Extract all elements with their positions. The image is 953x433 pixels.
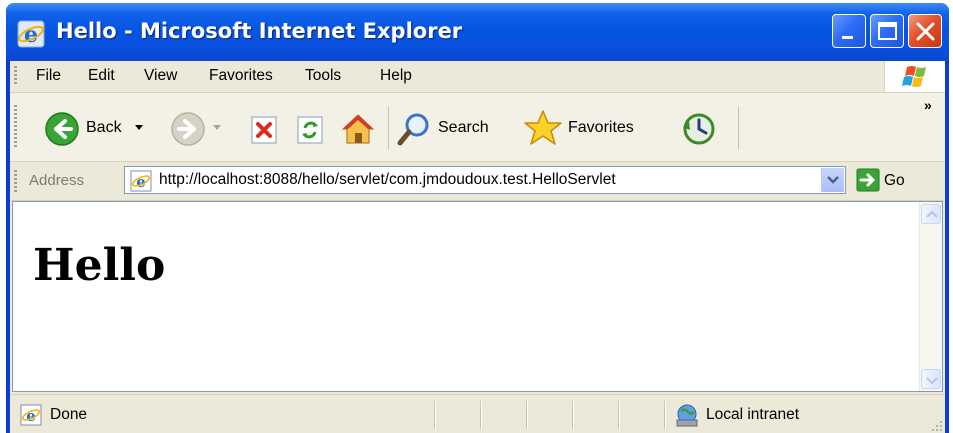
status-pane-divider [480,401,482,429]
close-button[interactable] [908,14,942,48]
forward-arrow-icon[interactable] [170,111,206,147]
toolbar-separator-2 [738,107,739,149]
ie-logo-icon: e [17,20,45,48]
menu-bar: File Edit View Favorites Tools Help [10,61,945,93]
status-pane-divider [572,401,574,429]
stop-icon[interactable] [250,115,280,145]
svg-text:e: e [24,22,38,48]
menu-tools[interactable]: Tools [305,67,341,85]
back-arrow-icon[interactable] [44,111,80,147]
status-pane-divider [526,401,528,429]
standard-toolbar: Back Search Favorites » [10,93,945,162]
window-title: Hello - Microsoft Internet Explorer [56,19,463,43]
toolbar-separator [388,107,389,149]
address-url[interactable]: http://localhost:8088/hello/servlet/com.… [159,171,616,189]
menu-favorites[interactable]: Favorites [209,67,273,85]
back-dropdown-icon[interactable] [134,123,144,133]
go-arrow-icon[interactable] [856,167,880,193]
security-zone-text: Local intranet [706,406,800,423]
maximize-button[interactable] [870,14,904,48]
scroll-down-button[interactable] [921,369,941,389]
status-pane-divider [618,401,620,429]
status-bar: e Done Local intranet [10,394,945,433]
history-icon[interactable] [680,111,716,147]
favorites-star-icon[interactable] [524,109,562,147]
page-icon: e [130,170,152,192]
menu-file[interactable]: File [36,67,61,85]
menu-view[interactable]: View [144,67,177,85]
search-button-label[interactable]: Search [438,119,489,137]
address-bar: Address e http://localhost:8088/hello/se… [10,162,945,201]
refresh-icon[interactable] [296,115,326,145]
address-grip[interactable] [14,170,17,192]
vertical-scrollbar[interactable] [919,202,942,391]
toolbar-grip[interactable] [14,105,17,149]
favorites-button-label[interactable]: Favorites [568,119,634,137]
status-pane-divider [664,401,666,429]
chevron-down-icon [827,176,839,184]
resize-grip-icon[interactable] [929,418,943,432]
go-button-label[interactable]: Go [884,172,905,190]
browser-window: e Hello - Microsoft Internet Explorer Fi… [6,3,949,433]
home-icon[interactable] [340,111,376,147]
status-page-icon: e [20,404,42,426]
address-label: Address [29,172,85,189]
scroll-up-icon [926,210,938,218]
page-heading: Hello [33,240,166,291]
toolbar-overflow-chevron[interactable]: » [924,97,932,113]
page-content: Hello [12,201,943,392]
local-intranet-icon [676,404,698,427]
menu-grip[interactable] [14,66,17,86]
minimize-button[interactable] [832,14,866,48]
forward-dropdown-icon[interactable] [212,123,222,133]
windows-logo [884,61,945,92]
address-input[interactable]: e http://localhost:8088/hello/servlet/co… [124,166,846,194]
status-pane-divider [434,401,436,429]
browser-client-area: File Edit View Favorites Tools Help Back… [10,61,945,433]
windows-flag-icon [902,66,926,87]
address-dropdown-button[interactable] [821,168,844,192]
menu-help[interactable]: Help [380,67,412,85]
scroll-up-button[interactable] [921,204,941,224]
maximize-icon [878,22,897,40]
status-text: Done [50,406,88,423]
scroll-down-icon [926,377,938,385]
back-button-label[interactable]: Back [86,119,122,137]
search-icon[interactable] [396,111,432,147]
minimize-icon [842,36,853,39]
title-bar[interactable]: e Hello - Microsoft Internet Explorer [6,3,949,61]
menu-edit[interactable]: Edit [88,67,115,85]
close-icon [916,22,935,41]
